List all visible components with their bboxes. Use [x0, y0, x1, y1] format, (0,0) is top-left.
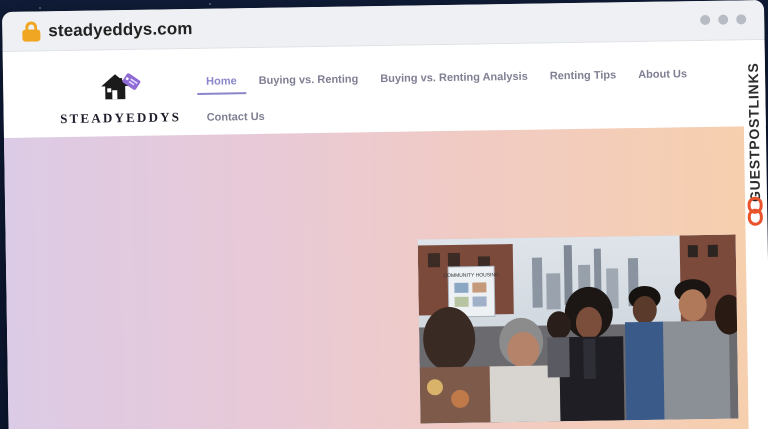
brand-label: GUESTPOSTLINKS [744, 62, 764, 203]
community-meeting-photo: COMMUNITY HOUSING [417, 234, 739, 424]
lock-icon [22, 20, 41, 42]
nav-home[interactable]: Home [195, 75, 248, 88]
nav-buying-vs-renting[interactable]: Buying vs. Renting [248, 73, 370, 87]
guestpostlinks-badge: GUESTPOSTLINKS [741, 40, 768, 240]
window-controls [700, 14, 747, 26]
house-tag-icon [101, 73, 141, 100]
chain-link-icon [747, 196, 763, 226]
site-logo[interactable]: STEADYEDDYS [55, 65, 186, 127]
browser-window: steadyeddys.com STEADYEDDYS Home Buying … [2, 0, 768, 429]
site-header: STEADYEDDYS Home Buying vs. Renting Buyi… [2, 40, 766, 138]
window-dot-icon[interactable] [700, 14, 711, 26]
logo-wordmark: STEADYEDDYS [60, 109, 182, 127]
nav-about-us[interactable]: About Us [627, 68, 698, 81]
window-dot-icon[interactable] [718, 14, 729, 25]
nav-contact-us[interactable]: Contact Us [196, 111, 276, 124]
nav-renting-tips[interactable]: Renting Tips [539, 69, 628, 82]
main-nav: Home Buying vs. Renting Buying vs. Renti… [195, 66, 687, 129]
window-dot-icon[interactable] [736, 14, 747, 25]
address-bar-url[interactable]: steadyeddys.com [48, 19, 192, 41]
hero-image: COMMUNITY HOUSING [417, 234, 739, 424]
photo-sign-text: COMMUNITY HOUSING [443, 272, 499, 279]
hero-section: COMMUNITY HOUSING [3, 126, 749, 429]
nav-buying-vs-renting-analysis[interactable]: Buying vs. Renting Analysis [369, 71, 539, 86]
